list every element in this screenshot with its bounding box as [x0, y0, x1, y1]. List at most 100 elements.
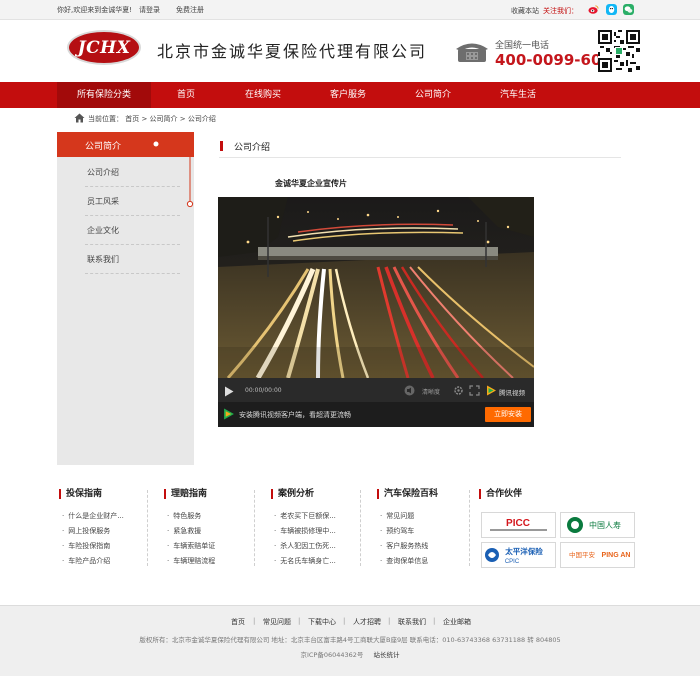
title-divider — [219, 157, 621, 158]
phone-icon — [456, 43, 488, 62]
column-claims: 理赔指南 特色服务 紧急救援 车辆索赔单证 车辆理赔流程 — [164, 484, 264, 584]
svg-text:PICC: PICC — [506, 518, 530, 529]
qq-icon[interactable] — [606, 4, 617, 15]
cpic-logo-icon: 太平洋保险 CPIC — [485, 546, 543, 565]
nav-all-categories[interactable]: 所有保险分类 — [57, 82, 151, 108]
install-button[interactable]: 立即安装 — [485, 407, 531, 422]
pingan-logo-icon: 中国平安 PING AN — [569, 550, 631, 559]
main-nav: 所有保险分类 首页 在线购买 客户服务 公司简介 汽车生活 — [0, 82, 700, 108]
tencent-video-icon — [487, 385, 496, 396]
fullscreen-icon[interactable] — [469, 385, 480, 396]
column-divider — [254, 490, 256, 566]
video-caption: 金诚华夏企业宣传片 — [275, 179, 347, 188]
partner-logo-china-life[interactable]: 中国人寿 — [560, 512, 635, 538]
sidebar-connector-decoration — [153, 141, 194, 208]
footer-link[interactable]: 车险产品介绍 — [62, 556, 110, 566]
column-title: 案例分析 — [271, 489, 314, 499]
footer-link[interactable]: 老农买下巨额保... — [274, 511, 336, 521]
footer-nav-contact[interactable]: 联系我们 — [398, 617, 426, 627]
sidebar-item-culture[interactable]: 企业文化 — [85, 216, 180, 245]
column-title: 合作伙伴 — [479, 489, 522, 499]
footer-link[interactable]: 杀人犯因工伤死... — [274, 541, 336, 551]
svg-text:CPIC: CPIC — [505, 559, 520, 565]
footer-link[interactable]: 车险投保指南 — [62, 541, 110, 551]
footer-nav-downloads[interactable]: 下载中心 — [308, 617, 336, 627]
gear-icon[interactable] — [453, 385, 464, 396]
logo[interactable]: JCHX — [67, 30, 141, 65]
sidebar-item-contact[interactable]: 联系我们 — [85, 245, 180, 274]
weibo-icon[interactable] — [588, 4, 599, 15]
qr-code-icon — [598, 30, 640, 72]
register-link[interactable]: 免费注册 — [176, 5, 204, 15]
play-icon[interactable] — [224, 386, 234, 397]
footer-link[interactable]: 紧急救援 — [167, 526, 201, 536]
video-frame-night-traffic[interactable] — [218, 197, 534, 378]
quality-selector[interactable]: 清晰度 — [422, 387, 440, 396]
footer-link[interactable]: 预约驾车 — [380, 526, 414, 536]
sidebar-item-label: 企业文化 — [87, 226, 119, 235]
tencent-video-icon — [224, 408, 234, 420]
column-title: 理赔指南 — [164, 489, 207, 499]
nav-car-life[interactable]: 汽车生活 — [480, 82, 556, 108]
partner-logo-pingan[interactable]: 中国平安 PING AN — [560, 542, 635, 568]
footer-link[interactable]: 车辆索赔单证 — [167, 541, 215, 551]
footer-link[interactable]: 常见问题 — [380, 511, 414, 521]
install-promo-bar: 安装腾讯视频客户端，看超清更流畅 立即安装 — [218, 402, 534, 427]
footer-columns: 投保指南 什么是企业财产... 网上投保服务 车险投保指南 车险产品介绍 理赔指… — [57, 484, 643, 584]
footer-link[interactable]: 车辆被损修理中... — [274, 526, 336, 536]
breadcrumb: 当前位置： 首页 > 公司简介 > 公司介绍 — [57, 110, 643, 130]
footer-link[interactable]: 客户服务热线 — [380, 541, 428, 551]
sidebar-item-label: 联系我们 — [87, 255, 119, 264]
svg-text:中国平安: 中国平安 — [569, 550, 596, 559]
svg-text:中国人寿: 中国人寿 — [589, 520, 621, 530]
nav-buy-online[interactable]: 在线购买 — [225, 82, 301, 108]
home-icon — [74, 113, 85, 123]
china-life-logo-icon: 中国人寿 — [567, 517, 621, 533]
column-cases: 案例分析 老农买下巨额保... 车辆被损修理中... 杀人犯因工伤死... 无名… — [271, 484, 371, 584]
footer-link[interactable]: 查询保单信息 — [380, 556, 428, 566]
title-marker — [220, 141, 223, 151]
site-header: JCHX 北京市金诚华夏保险代理有限公司 全国统一电话 400-0099-600 — [0, 20, 700, 82]
icp-row: 京ICP备06044362号 站长统计 — [0, 649, 700, 659]
tencent-video-logo[interactable]: 腾讯视频 — [486, 385, 532, 397]
footer-separator: | — [433, 617, 436, 625]
footer-nav-email[interactable]: 企业邮箱 — [443, 617, 471, 627]
footer-link[interactable]: 无名氏车辆身亡... — [274, 556, 336, 566]
favorite-link[interactable]: 收藏本站 — [511, 6, 539, 16]
top-bar: 你好,欢迎来到金诚华夏! 请登录 免费注册 收藏本站 关注我们： — [0, 0, 700, 20]
video-player[interactable]: 00:00/00:00 清晰度 腾讯视频 安装腾讯视频客户端，看超清更流畅 立即… — [218, 197, 534, 427]
company-name: 北京市金诚华夏保险代理有限公司 — [157, 42, 428, 61]
volume-icon[interactable] — [404, 385, 415, 396]
column-divider — [469, 490, 471, 566]
svg-text:PING AN: PING AN — [602, 552, 631, 559]
follow-label: 关注我们： — [543, 7, 578, 15]
partner-logo-cpic[interactable]: 太平洋保险 CPIC — [481, 542, 556, 568]
welcome-text: 你好,欢迎来到金诚华夏! — [57, 6, 133, 14]
footer-link[interactable]: 特色服务 — [167, 511, 201, 521]
nav-customer-service[interactable]: 客户服务 — [310, 82, 386, 108]
site-stats-link[interactable]: 站长统计 — [374, 651, 400, 659]
footer-separator: | — [298, 617, 301, 625]
footer-nav-faq[interactable]: 常见问题 — [263, 617, 291, 627]
partner-logo-picc[interactable]: PICC — [481, 512, 556, 538]
footer-link[interactable]: 网上投保服务 — [62, 526, 110, 536]
login-link[interactable]: 请登录 — [139, 5, 160, 15]
main-content: 公司简介 公司介绍 员工风采 企业文化 联系我们 公司介绍 金诚华夏企业宣传片 — [57, 132, 643, 465]
footer-nav-home[interactable]: 首页 — [231, 617, 245, 627]
promo-text: 安装腾讯视频客户端，看超清更流畅 — [239, 411, 351, 419]
nav-home[interactable]: 首页 — [151, 82, 221, 108]
wechat-icon[interactable] — [623, 4, 634, 15]
footer-link[interactable]: 什么是企业财产... — [62, 511, 124, 521]
tencent-video-label: 腾讯视频 — [499, 389, 525, 397]
footer-link[interactable]: 车辆理赔流程 — [167, 556, 215, 566]
footer-nav-jobs[interactable]: 人才招聘 — [353, 617, 381, 627]
content-title: 公司介绍 — [234, 143, 271, 153]
column-title: 汽车保险百科 — [377, 489, 438, 499]
footer-separator: | — [388, 617, 391, 625]
nav-company-intro[interactable]: 公司简介 — [395, 82, 471, 108]
icp-number: 京ICP备06044362号 — [300, 651, 364, 659]
column-partners: 合作伙伴 PICC 中国人寿 太平洋保险 CPIC 中国平安 PING AN — [479, 484, 643, 584]
svg-text:太平洋保险: 太平洋保险 — [505, 546, 543, 556]
column-title: 投保指南 — [59, 489, 102, 499]
column-guide: 投保指南 什么是企业财产... 网上投保服务 车险投保指南 车险产品介绍 — [59, 484, 159, 584]
